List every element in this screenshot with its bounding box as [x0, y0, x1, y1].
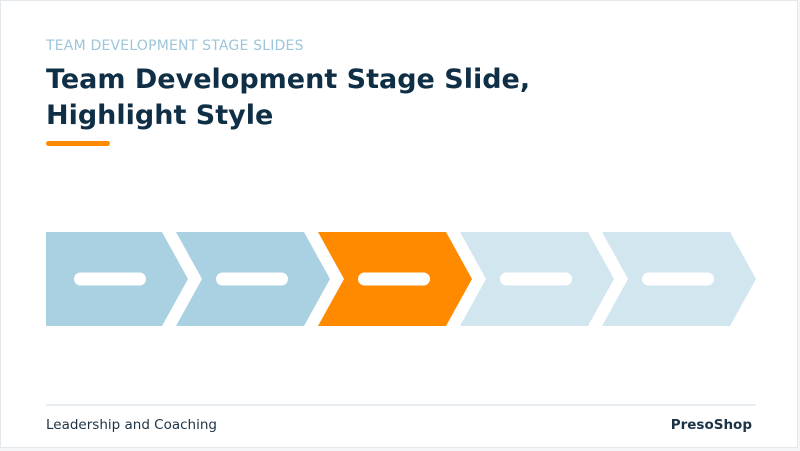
stage-process-arrows	[1, 1, 800, 451]
slide: TEAM DEVELOPMENT STAGE SLIDES Team Devel…	[0, 0, 798, 448]
footer-brand: PresoShop	[670, 417, 752, 433]
stage-label-placeholder	[642, 272, 714, 286]
chevron-arrow-icon	[602, 232, 756, 326]
footer-topic: Leadership and Coaching	[46, 417, 217, 433]
footer-divider	[46, 404, 756, 406]
